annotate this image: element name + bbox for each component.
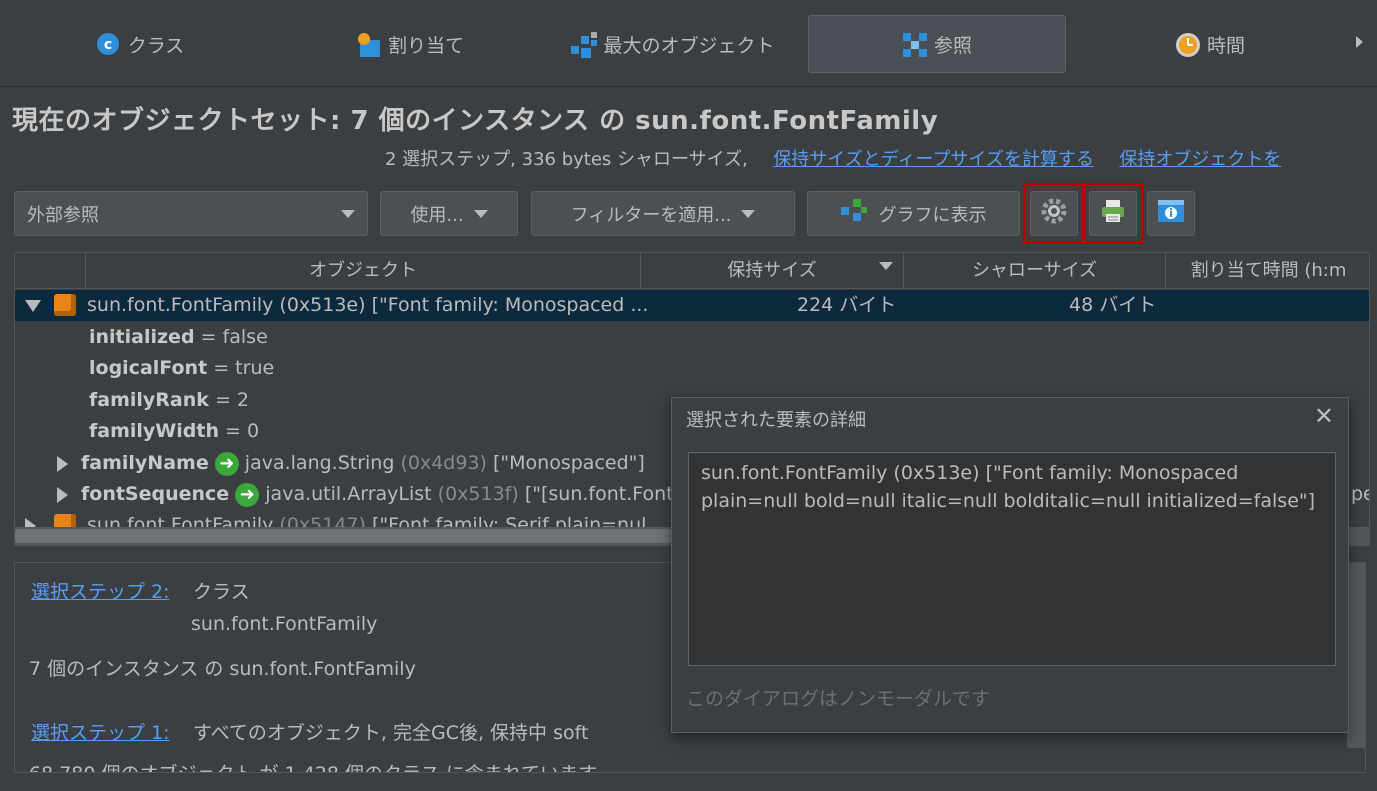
details-line-2: plain=null bold=null italic=null boldita…: [701, 490, 1316, 512]
instances-summary: 7 個のインスタンス の sun.font.FontFamily: [29, 658, 416, 680]
allocation-icon: [356, 32, 380, 57]
tab-time[interactable]: 時間: [1100, 15, 1320, 73]
selection-step-1-link[interactable]: 選択ステップ 1:: [31, 718, 170, 745]
selection-step-1-label: すべてのオブジェクト, 完全GC後, 保持中 soft: [193, 722, 589, 744]
object-label: sun.font.FontFamily (0x513e) ["Font fami…: [87, 294, 649, 316]
selection-summary: 2 選択ステップ, 336 bytes シャローサイズ, 保持サイズとディープサ…: [385, 145, 1281, 171]
svg-text:c: c: [104, 37, 112, 53]
reference-type: java.util.ArrayList: [265, 483, 432, 505]
sort-descending-icon: [879, 262, 893, 270]
show-in-graph-button[interactable]: グラフに表示: [807, 191, 1020, 236]
chevron-down-icon: [741, 209, 756, 218]
highlight-box-print: [1082, 183, 1144, 244]
column-header-retained-size[interactable]: 保持サイズ: [641, 253, 904, 288]
references-icon: [902, 32, 927, 57]
use-button-label: 使用...: [410, 204, 464, 226]
element-details-textarea[interactable]: sun.font.FontFamily (0x513e) ["Font fami…: [688, 452, 1336, 666]
field-value: = true: [213, 357, 275, 379]
selection-step-2-value: sun.font.FontFamily: [191, 613, 378, 635]
view-tab-bar: c クラス 割り当て 最大のオブジェクト 参照 時間: [0, 0, 1377, 87]
table-header: オブジェクト 保持サイズ シャローサイズ 割り当て時間 (h:m: [15, 253, 1369, 289]
reference-arrow-icon: ➜: [214, 451, 239, 476]
column-header-retained-size-label: 保持サイズ: [727, 260, 817, 281]
graph-icon: [840, 199, 869, 228]
class-c-icon: c: [96, 32, 120, 56]
biggest-objects-icon: [571, 32, 598, 58]
dialog-footer-note: このダイアログはノンモーダルです: [686, 688, 991, 710]
column-header-shallow-size[interactable]: シャローサイズ: [904, 253, 1166, 288]
vertical-scrollbar[interactable]: [1347, 563, 1365, 748]
tab-classes-label: クラス: [127, 34, 185, 57]
table-row[interactable]: logicalFont = true: [15, 353, 1369, 384]
tab-allocations-label: 割り当て: [387, 34, 464, 57]
dialog-title: 選択された要素の詳細: [686, 410, 866, 431]
tab-references[interactable]: 参照: [808, 15, 1066, 73]
tab-scroll-right-icon[interactable]: [1356, 36, 1363, 48]
reference-text: familyName ➜ java.lang.String (0x4d93) […: [81, 448, 645, 479]
table-row[interactable]: initialized = false: [15, 322, 1369, 353]
field-name: familyRank: [89, 389, 209, 411]
tab-classes[interactable]: c クラス: [30, 15, 250, 73]
calculate-sizes-link[interactable]: 保持サイズとディープサイズを計算する: [773, 149, 1094, 170]
field-value: = 2: [214, 389, 250, 411]
chevron-down-icon: [341, 209, 355, 218]
close-icon[interactable]: ✕: [1314, 402, 1334, 430]
reference-arrow-icon: ➜: [235, 482, 260, 507]
field-text: familyWidth = 0: [89, 416, 259, 447]
show-in-graph-label: グラフに表示: [878, 204, 987, 226]
reference-type-value: 外部参照: [27, 204, 99, 226]
element-details-dialog: 選択された要素の詳細 ✕ sun.font.FontFamily (0x513e…: [671, 397, 1349, 733]
reference-value: ["Monospaced"]: [493, 452, 645, 474]
field-name: familyWidth: [89, 420, 219, 442]
field-text: familyRank = 2: [89, 385, 249, 416]
field-name: logicalFont: [89, 357, 208, 379]
column-header-allocation-time[interactable]: 割り当て時間 (h:m: [1166, 253, 1369, 288]
field-text: initialized = false: [89, 322, 268, 353]
highlight-box-settings: [1023, 183, 1085, 244]
selection-step-2-link[interactable]: 選択ステップ 2:: [31, 577, 170, 604]
field-text: logicalFont = true: [89, 353, 274, 384]
apply-filter-button[interactable]: フィルターを適用...: [531, 191, 795, 236]
collapse-triangle-icon[interactable]: [25, 300, 41, 312]
selection-step-2-label: クラス: [193, 581, 250, 603]
reference-name: familyName: [81, 452, 209, 474]
reference-id: (0x513f): [437, 483, 519, 505]
retained-objects-link[interactable]: 保持オブジェクトを: [1119, 149, 1281, 170]
use-button[interactable]: 使用...: [380, 191, 518, 236]
horizontal-scrollbar-thumb[interactable]: [15, 529, 671, 543]
field-value: = 0: [225, 420, 260, 442]
shallow-size-value: 48 バイト: [1069, 294, 1157, 316]
page-title: 現在のオブジェクトセット: 7 個のインスタンス の sun.font.Font…: [12, 106, 939, 136]
column-header-object[interactable]: オブジェクト: [86, 253, 641, 288]
reference-type: java.lang.String: [244, 452, 395, 474]
clock-icon: [1175, 32, 1200, 57]
retained-size-value: 224 バイト: [797, 294, 897, 316]
table-row[interactable]: sun.font.FontFamily (0x513e) ["Font fami…: [15, 290, 1369, 321]
tab-biggest-objects-label: 最大のオブジェクト: [603, 34, 775, 57]
reference-type-dropdown[interactable]: 外部参照: [14, 191, 368, 236]
reference-name: fontSequence: [81, 483, 230, 505]
instance-cube-icon: [54, 294, 76, 316]
expand-triangle-icon[interactable]: [57, 487, 68, 503]
reference-id: (0x4d93): [400, 452, 487, 474]
column-header-expand: [15, 253, 86, 288]
info-button[interactable]: [1147, 191, 1195, 236]
reference-value-tail: pe1: [1351, 483, 1369, 505]
field-value: = false: [200, 326, 268, 348]
tab-references-label: 参照: [933, 34, 972, 57]
chevron-down-icon: [473, 209, 488, 218]
objects-summary: 68,780 個のオブジェクト が 1,428 個のクラス に含まれています: [29, 759, 597, 772]
tab-time-label: 時間: [1206, 34, 1245, 57]
reference-text: fontSequence ➜ java.util.ArrayList (0x51…: [81, 479, 713, 510]
info-window-icon: [1157, 199, 1185, 228]
tab-biggest-objects[interactable]: 最大のオブジェクト: [548, 15, 798, 73]
field-name: initialized: [89, 326, 195, 348]
selection-summary-text: 2 選択ステップ, 336 bytes シャローサイズ,: [385, 149, 748, 170]
apply-filter-label: フィルターを適用...: [570, 204, 732, 226]
tab-allocations[interactable]: 割り当て: [300, 15, 520, 73]
expand-triangle-icon[interactable]: [57, 456, 68, 472]
details-line-1: sun.font.FontFamily (0x513e) ["Font fami…: [701, 462, 1239, 484]
